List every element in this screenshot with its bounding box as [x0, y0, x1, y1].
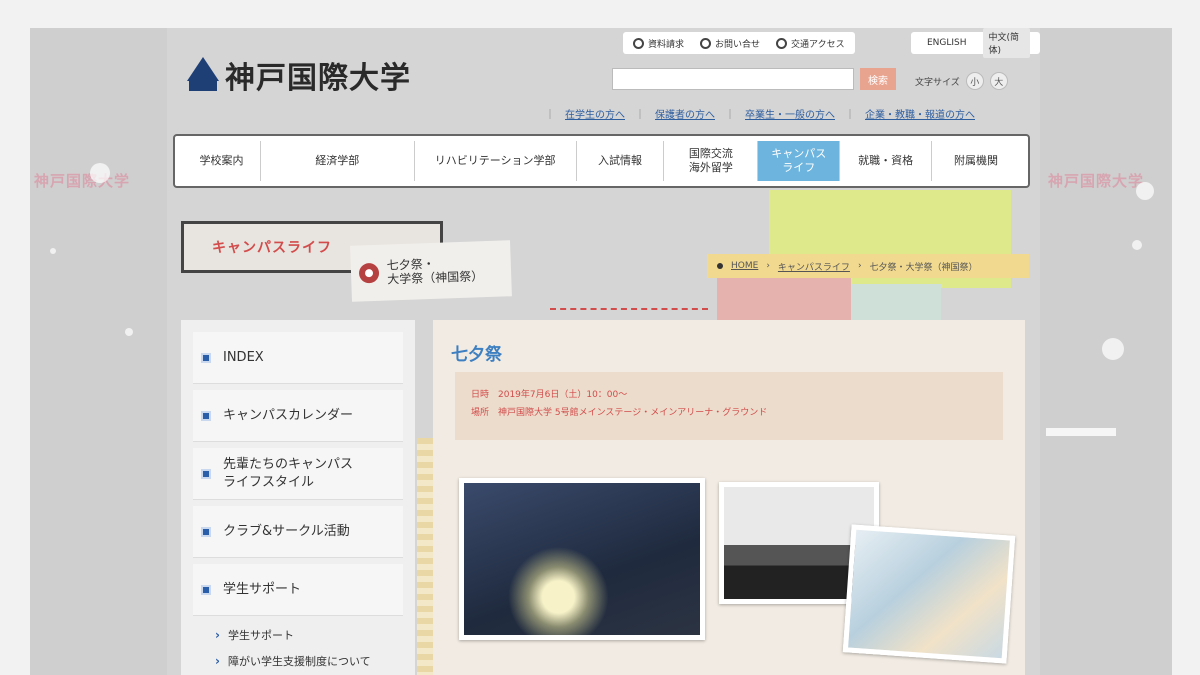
nav-economics[interactable]: 経済学部: [261, 141, 415, 181]
bokeh-dot: [1136, 182, 1154, 200]
sidebar-sublink-label: 障がい学生支援制度について: [227, 655, 371, 668]
event-place: 場所 神戸国際大学 5号館メインステージ・メインアリーナ・グラウンド: [471, 408, 768, 418]
language-switch: ENGLISH 中文(简体): [911, 28, 1040, 58]
bus-icon: [776, 37, 788, 49]
lang-chinese[interactable]: 中文(简体): [982, 28, 1030, 58]
contact-label: お問い合せ: [715, 39, 761, 50]
audience-links: ｜ 在学生の方へ ｜ 保護者の方へ ｜ 卒業生・一般の方へ ｜ 企業・教職・報道…: [545, 106, 975, 121]
content-heading: 七夕祭: [451, 345, 502, 365]
main-content: 七夕祭 日時 2019年7月6日（土）10：00～ 場所 神戸国際大学 5号館メ…: [433, 320, 1025, 675]
right-decoration: 神戸国際大学: [1040, 28, 1172, 675]
access-link[interactable]: 交通アクセス: [776, 37, 845, 50]
bokeh-dot: [90, 163, 110, 183]
sidebar-sublink-disability[interactable]: › 障がい学生支援制度について: [193, 648, 403, 674]
breadcrumb-current: 七夕祭・大学祭（神国祭）: [869, 262, 978, 273]
nav-career[interactable]: 就職・資格: [840, 141, 933, 181]
bokeh-dot: [1132, 240, 1142, 250]
request-docs-label: 資料請求: [648, 39, 685, 50]
chevron-right-icon: ›: [215, 654, 220, 668]
breadcrumb-campus-life[interactable]: キャンパスライフ: [778, 260, 850, 273]
sidebar-item-label: 学生サポート: [223, 581, 302, 597]
font-size-control: 文字サイズ 小 大: [915, 72, 1008, 90]
request-docs-link[interactable]: 資料請求: [633, 37, 684, 50]
audience-link-students[interactable]: 在学生の方へ: [565, 106, 625, 121]
contact-link[interactable]: お問い合せ: [700, 37, 760, 50]
sidebar-sublink-label: 学生サポート: [227, 629, 294, 642]
sidebar-sublink-support[interactable]: › 学生サポート: [193, 622, 403, 648]
event-date: 日時 2019年7月6日（土）10：00～: [471, 390, 628, 400]
square-bullet-icon: [201, 584, 211, 595]
sidebar-item-index[interactable]: INDEX: [193, 332, 403, 384]
search-input[interactable]: [612, 68, 854, 90]
page: 神戸国際大学 資料請求 お問い合せ 交通アクセス ENGLISH 中文(简体) …: [167, 28, 1040, 675]
audience-link-parents[interactable]: 保護者の方へ: [655, 106, 715, 121]
nav-about[interactable]: 学校案内: [183, 141, 261, 181]
page-subtitle-tag: 七夕祭・ 大学祭（神国祭）: [350, 240, 512, 302]
nav-international[interactable]: 国際交流 海外留学: [664, 141, 759, 181]
access-label: 交通アクセス: [791, 39, 845, 50]
sidebar-item-support[interactable]: 学生サポート: [193, 564, 403, 616]
page-subtitle: 七夕祭・ 大学祭（神国祭）: [386, 256, 484, 287]
sidebar-item-clubs[interactable]: クラブ&サークル活動: [193, 506, 403, 558]
document-icon: [633, 37, 644, 49]
font-small-button[interactable]: 小: [965, 72, 984, 90]
sidebar-item-label: キャンパスカレンダー: [223, 407, 354, 423]
site-logo[interactable]: 神戸国際大学: [187, 53, 411, 97]
global-nav: 学校案内 経済学部 リハビリテーション学部 入試情報 国際交流 海外留学 キャン…: [173, 134, 1030, 188]
lang-english[interactable]: ENGLISH: [921, 36, 973, 50]
logo-text: 神戸国際大学: [225, 61, 411, 96]
bokeh-dot: [1102, 338, 1124, 360]
sidebar-item-label: クラブ&サークル活動: [223, 523, 350, 539]
nav-admissions[interactable]: 入試情報: [577, 141, 665, 181]
chevron-right-icon: ›: [215, 628, 220, 642]
nav-facilities[interactable]: 附属機関: [932, 141, 1020, 181]
utility-links: 資料請求 お問い合せ 交通アクセス: [623, 32, 855, 54]
bokeh-dot: [125, 328, 133, 336]
square-bullet-icon: [201, 410, 211, 421]
font-large-button[interactable]: 大: [989, 72, 1008, 90]
audience-link-business[interactable]: 企業・教職・報道の方へ: [865, 106, 975, 121]
decor-dashes: [550, 308, 708, 318]
home-dot-icon: [717, 263, 723, 269]
breadcrumb: HOME › キャンパスライフ › 七夕祭・大学祭（神国祭）: [707, 254, 1029, 278]
font-size-label: 文字サイズ: [915, 77, 960, 88]
decor-stripe: [1046, 428, 1116, 436]
sidebar-item-lifestyle[interactable]: 先輩たちのキャンパス ライフスタイル: [193, 448, 403, 500]
left-decoration: 神戸国際大学: [30, 28, 167, 675]
sidebar-item-label: INDEX: [223, 349, 264, 365]
festival-photo-crowd: [459, 478, 705, 640]
square-bullet-icon: [201, 526, 211, 537]
bokeh-dot: [50, 248, 56, 254]
festival-photo-students: [842, 524, 1016, 664]
nav-campus-life[interactable]: キャンパス ライフ: [758, 141, 841, 181]
event-info-box: 日時 2019年7月6日（土）10：00～ 場所 神戸国際大学 5号館メインステ…: [455, 372, 1003, 440]
sidebar-item-label: 先輩たちのキャンパス ライフスタイル: [223, 456, 354, 490]
nav-rehabilitation[interactable]: リハビリテーション学部: [415, 141, 577, 181]
mail-icon: [700, 37, 712, 49]
square-bullet-icon: [201, 468, 211, 479]
breadcrumb-home[interactable]: HOME: [731, 261, 758, 271]
search-button[interactable]: 検索: [860, 68, 896, 90]
logo-mark-icon: [187, 57, 219, 93]
audience-link-alumni[interactable]: 卒業生・一般の方へ: [745, 106, 835, 121]
sidebar-item-calendar[interactable]: キャンパスカレンダー: [193, 390, 403, 442]
ring-icon: [358, 262, 380, 284]
square-bullet-icon: [201, 352, 211, 363]
sidebar: INDEX キャンパスカレンダー 先輩たちのキャンパス ライフスタイル クラブ&…: [181, 320, 415, 675]
